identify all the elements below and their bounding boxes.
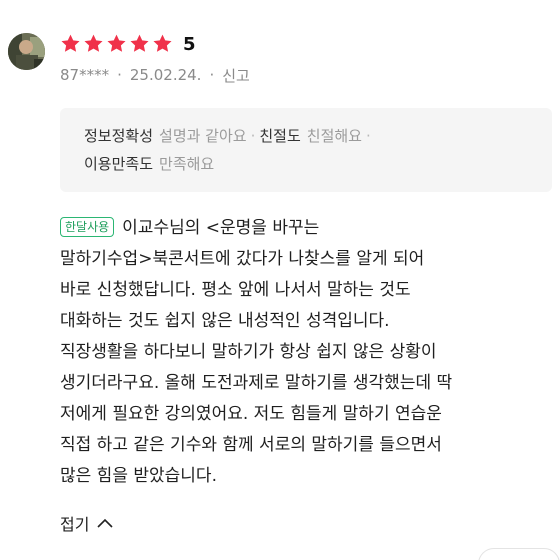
accuracy-value: 설명과 같아요 <box>159 127 247 145</box>
chevron-up-icon <box>97 518 114 528</box>
avatar-image <box>8 33 45 70</box>
report-link[interactable]: 신고 <box>222 65 250 86</box>
review-line-text: 이교수님의 <운명을 바꾸는 <box>122 218 320 238</box>
collapse-label: 접기 <box>60 515 90 534</box>
satisfaction-value: 만족해요 <box>159 155 215 173</box>
meta-separator: · <box>209 66 215 84</box>
kindness-label: 친절도 <box>259 127 301 145</box>
review-line: 한달사용 이교수님의 <운명을 바꾸는 <box>60 213 556 244</box>
star-rating <box>60 33 175 58</box>
star-icon <box>61 34 80 52</box>
evaluation-line: 정보정확성 설명과 같아요 · 친절도 친절해요 · <box>84 122 528 150</box>
kindness-value: 친절해요 <box>306 127 362 145</box>
rating-value: 5 <box>183 34 196 55</box>
user-avatar <box>8 33 45 70</box>
accuracy-label: 정보정확성 <box>84 127 154 145</box>
review-line: 생기더라구요. 올해 도전과제로 말하기를 생각했는데 딱 <box>60 373 453 393</box>
review-line: 많은 힘을 받았습니다. <box>60 466 217 486</box>
meta-separator: · <box>117 66 122 84</box>
reviewer-id: 87**** <box>60 66 110 84</box>
review-line: 말하기수업>북콘서트에 갔다가 나찾스를 알게 되어 <box>60 249 425 269</box>
evaluation-separator: · <box>365 127 371 145</box>
usage-badge: 한달사용 <box>60 217 115 237</box>
star-icon <box>153 34 172 52</box>
review-line: 직접 하고 같은 기수와 함께 서로의 말하기를 들으면서 <box>60 435 442 455</box>
collapse-button[interactable]: 접기 <box>60 510 114 536</box>
review-line: 대화하는 것도 쉽지 않은 내성적인 성격입니다. <box>60 311 390 331</box>
star-icon <box>130 34 149 52</box>
floating-button-edge[interactable] <box>478 548 560 560</box>
review-line: 직장생활을 하다보니 말하기가 항상 쉽지 않은 상황이 <box>60 342 437 362</box>
review-line: 저에게 필요한 강의였어요. 저도 힘들게 말하기 연습운 <box>60 404 442 424</box>
review-date: 25.02.24. <box>129 66 202 84</box>
review-meta: 87**** · 25.02.24. · 신고 <box>60 64 250 86</box>
review-body: 한달사용 이교수님의 <운명을 바꾸는 말하기수업>북콘서트에 갔다가 나찾스를 … <box>60 213 556 492</box>
star-icon <box>107 34 126 52</box>
review-line: 바로 신청했답니다. 평소 앞에 나서서 말하는 것도 <box>60 280 411 300</box>
rating-row: 5 <box>60 32 196 58</box>
star-icon <box>84 34 103 52</box>
review-card: 5 87**** · 25.02.24. · 신고 정보정확성 설명과 같아요 · 친… <box>0 0 560 560</box>
evaluation-summary: 정보정확성 설명과 같아요 · 친절도 친절해요 · 이용만족도 만족해요 <box>60 108 552 192</box>
evaluation-line: 이용만족도 만족해요 <box>84 150 528 178</box>
satisfaction-label: 이용만족도 <box>84 155 154 173</box>
evaluation-separator: · <box>250 127 256 145</box>
